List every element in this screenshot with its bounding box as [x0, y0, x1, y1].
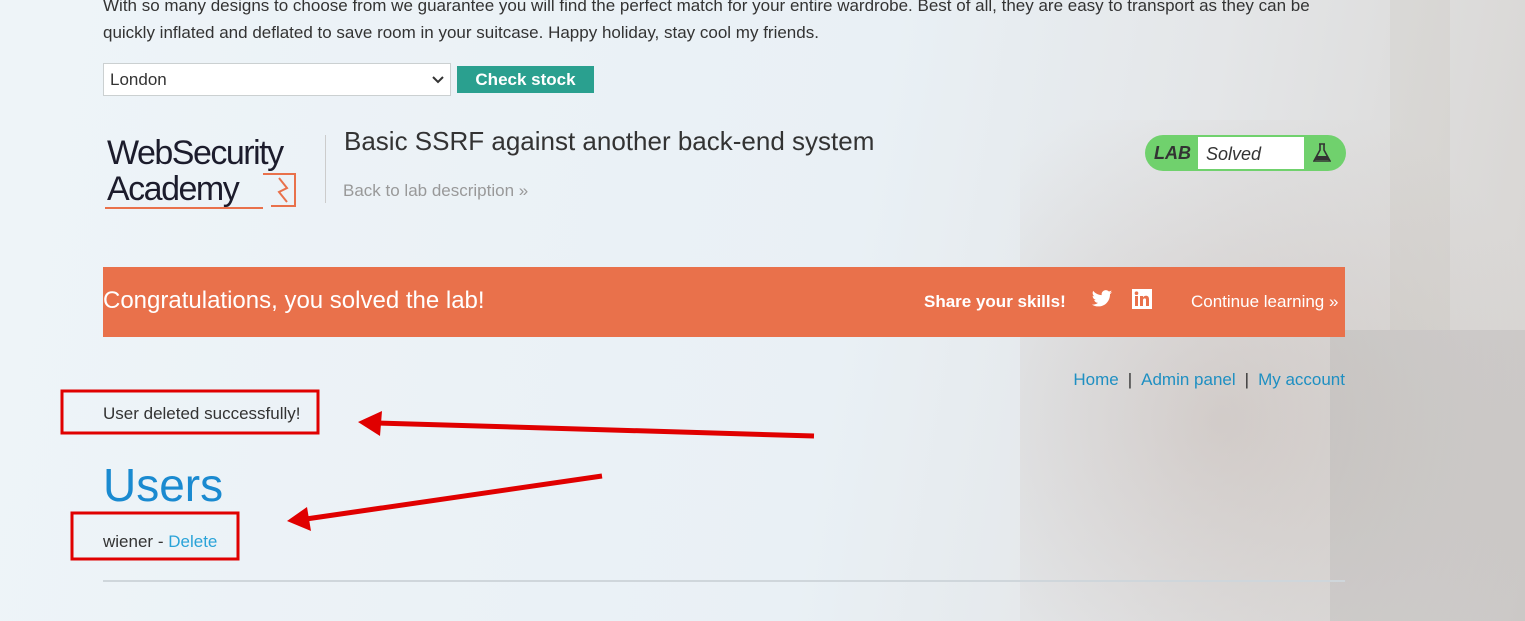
lab-label: LAB	[1154, 143, 1191, 163]
lab-status-text: Solved	[1206, 144, 1262, 164]
nav-home-link[interactable]: Home	[1073, 370, 1118, 389]
lab-title: Basic SSRF against another back-end syst…	[344, 126, 875, 156]
background-photo-pole	[1390, 0, 1450, 330]
background-photo-shape	[1330, 330, 1525, 621]
congratulations-text: Congratulations, you solved the lab!	[103, 287, 485, 314]
lab-status-widget: LAB Solved	[1145, 135, 1346, 171]
share-skills-label: Share your skills!	[924, 292, 1066, 311]
logo-text-line1: WebSecurity	[107, 134, 284, 172]
store-select-value: London	[110, 69, 167, 89]
nav-separator: |	[1127, 370, 1133, 389]
nav-separator: |	[1244, 370, 1250, 389]
nav-my-account-link[interactable]: My account	[1258, 370, 1345, 389]
user-list-item: wiener - Delete	[103, 532, 217, 552]
back-to-lab-description-link[interactable]: Back to lab description »	[343, 181, 528, 201]
annotation-arrow-message-line	[377, 420, 815, 439]
flask-icon	[1312, 143, 1332, 163]
web-security-academy-logo[interactable]: WebSecurity Academy	[103, 130, 325, 212]
check-stock-button[interactable]: Check stock	[457, 66, 594, 93]
linkedin-icon[interactable]	[1132, 289, 1152, 309]
user-name: wiener	[103, 532, 154, 551]
lab-status-box: Solved	[1197, 136, 1305, 170]
chevron-down-icon	[432, 73, 444, 87]
header-divider	[325, 135, 326, 203]
logo-text-line2: Academy	[107, 170, 240, 208]
users-heading: Users	[103, 459, 224, 511]
annotation-arrow-user-head	[287, 507, 311, 531]
delete-user-link[interactable]: Delete	[168, 532, 217, 551]
user-separator: -	[157, 532, 164, 551]
status-message: User deleted successfully!	[103, 404, 301, 423]
annotation-arrow-user-line	[305, 473, 603, 522]
horizontal-rule	[103, 580, 1345, 582]
twitter-icon[interactable]	[1091, 289, 1113, 309]
store-select[interactable]: London	[103, 63, 451, 96]
lab-solved-banner: Congratulations, you solved the lab! Sha…	[103, 267, 1345, 337]
top-navigation: Home | Admin panel | My account	[1073, 370, 1345, 390]
annotation-arrow-message-head	[358, 411, 382, 436]
continue-learning-link[interactable]: Continue learning »	[1191, 292, 1338, 312]
nav-admin-panel-link[interactable]: Admin panel	[1141, 370, 1236, 389]
product-description: With so many designs to choose from we g…	[103, 0, 1310, 42]
